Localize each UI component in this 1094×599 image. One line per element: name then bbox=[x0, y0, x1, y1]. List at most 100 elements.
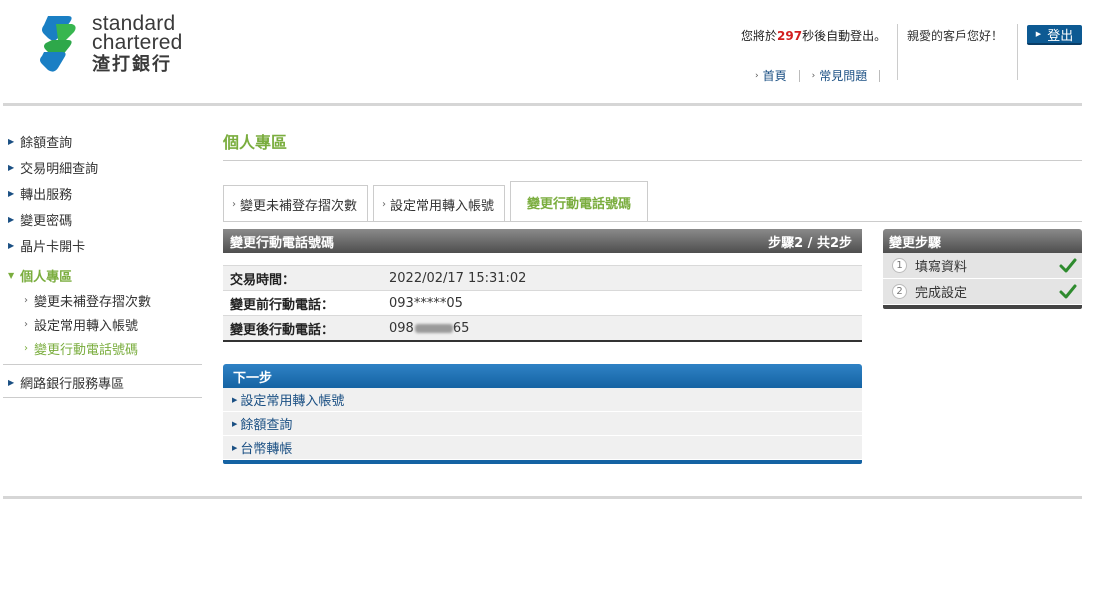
tab-change-phone[interactable]: 變更行動電話號碼 bbox=[510, 181, 649, 222]
sidebar-item-ebanking-zone[interactable]: ▶ 網路銀行服務專區 bbox=[3, 369, 202, 395]
step-label: 填寫資料 bbox=[915, 260, 968, 275]
header-separator bbox=[1017, 24, 1018, 80]
phone-suffix: 65 bbox=[452, 320, 470, 336]
sidebar-sub-passbook[interactable]: › 變更未補登存摺次數 bbox=[3, 288, 202, 312]
info-table: 交易時間： 2022/02/17 15:31:02 變更前行動電話： 093**… bbox=[223, 265, 862, 340]
link-divider bbox=[798, 69, 800, 82]
sidebar-sub-label: 設定常用轉入帳號 bbox=[34, 318, 139, 334]
sidebar: ▶ 餘額查詢 ▶ 交易明細查詢 ▶ 轉出服務 ▶ 變更密碼 ▶ 晶片卡開卡 ▼ 個人專區 ›… bbox=[3, 128, 202, 402]
steps-bottom bbox=[883, 305, 1082, 309]
title-divider bbox=[223, 160, 1082, 161]
triangle-right-icon: ▶ bbox=[8, 188, 15, 198]
tab-label: 變更行動電話號碼 bbox=[527, 196, 632, 212]
next-steps-bottom bbox=[223, 460, 862, 464]
next-step-label: 設定常用轉入帳號 bbox=[240, 394, 345, 409]
result-panel: 變更行動電話號碼 步驟2 / 共2步 交易時間： 2022/02/17 15:3… bbox=[223, 229, 862, 342]
faq-link-label: 常見問題 bbox=[819, 69, 868, 83]
next-step-balance[interactable]: ▶ 餘額查詢 bbox=[223, 412, 862, 436]
header-links: › 首頁 › 常見問題 bbox=[755, 67, 892, 84]
sidebar-item-label: 個人專區 bbox=[20, 269, 73, 285]
next-step-common-account[interactable]: ▶ 設定常用轉入帳號 bbox=[223, 388, 862, 412]
triangle-right-icon: ▶ bbox=[232, 419, 238, 428]
sidebar-item-label: 網路銀行服務專區 bbox=[20, 376, 125, 392]
step-indicator: 步驟2 / 共2步 bbox=[768, 235, 852, 251]
phone-prefix: 098 bbox=[389, 320, 414, 336]
triangle-right-icon: ▶ bbox=[232, 395, 238, 404]
tab-bar: › 變更未補登存摺次數 › 設定常用轉入帳號 變更行動電話號碼 bbox=[223, 181, 653, 222]
sidebar-item-transactions[interactable]: ▶ 交易明細查詢 bbox=[3, 154, 202, 180]
sidebar-sub-change-phone[interactable]: › 變更行動電話號碼 bbox=[3, 336, 202, 360]
chevron-right-icon: › bbox=[24, 342, 28, 354]
logout-label: 登出 bbox=[1047, 28, 1074, 44]
sidebar-item-personal[interactable]: ▼ 個人專區 bbox=[3, 262, 202, 288]
info-row-new-phone: 變更後行動電話： 098 65 bbox=[223, 315, 862, 340]
sidebar-item-chip-card[interactable]: ▶ 晶片卡開卡 bbox=[3, 232, 202, 258]
tab-label: 設定常用轉入帳號 bbox=[390, 198, 495, 214]
chevron-right-icon: › bbox=[811, 70, 816, 81]
panel-title: 變更行動電話號碼 bbox=[230, 235, 335, 251]
header-separator bbox=[897, 24, 898, 80]
next-step-label: 台幣轉帳 bbox=[240, 442, 293, 457]
tab-passbook[interactable]: › 變更未補登存摺次數 bbox=[223, 185, 369, 222]
sidebar-divider bbox=[3, 364, 202, 365]
chevron-right-icon: › bbox=[382, 198, 387, 210]
logo-text: standard chartered 渣打銀行 bbox=[92, 13, 183, 75]
step-number: 1 bbox=[892, 258, 907, 273]
triangle-right-icon: ▶ bbox=[1035, 30, 1042, 38]
session-timeout-message: 您將於297秒後自動登出。 bbox=[741, 27, 886, 44]
sidebar-sub-common-account[interactable]: › 設定常用轉入帳號 bbox=[3, 312, 202, 336]
next-step-twd-transfer[interactable]: ▶ 台幣轉帳 bbox=[223, 436, 862, 460]
info-label: 變更前行動電話： bbox=[230, 297, 335, 313]
tab-common-account[interactable]: › 設定常用轉入帳號 bbox=[373, 185, 506, 222]
panel-bottom-border bbox=[223, 340, 862, 342]
step-row-1: 1 填寫資料 bbox=[883, 253, 1082, 279]
panel-header: 變更行動電話號碼 步驟2 / 共2步 bbox=[223, 229, 862, 253]
sidebar-item-label: 轉出服務 bbox=[20, 187, 73, 203]
sidebar-sub-label: 變更行動電話號碼 bbox=[34, 342, 139, 358]
triangle-down-icon: ▼ bbox=[8, 270, 15, 280]
info-row-time: 交易時間： 2022/02/17 15:31:02 bbox=[223, 265, 862, 290]
footer-divider bbox=[3, 496, 1082, 499]
steps-title: 變更步驟 bbox=[883, 229, 1082, 253]
bank-logo[interactable]: standard chartered 渣打銀行 bbox=[38, 12, 208, 78]
steps-box: 變更步驟 1 填寫資料 2 完成設定 bbox=[883, 229, 1082, 309]
triangle-right-icon: ▶ bbox=[8, 162, 15, 172]
chevron-right-icon: › bbox=[755, 70, 759, 81]
next-step-label: 餘額查詢 bbox=[240, 418, 293, 433]
triangle-right-icon: ▶ bbox=[232, 443, 238, 452]
session-prefix: 您將於 bbox=[741, 29, 778, 43]
triangle-right-icon: ▶ bbox=[8, 214, 15, 224]
step-label: 完成設定 bbox=[915, 286, 968, 301]
chevron-right-icon: › bbox=[24, 318, 28, 330]
header-divider bbox=[3, 103, 1082, 106]
link-divider bbox=[879, 69, 881, 82]
panel-gap bbox=[223, 253, 862, 265]
next-steps-title: 下一步 bbox=[223, 364, 862, 388]
sidebar-item-transfer[interactable]: ▶ 轉出服務 bbox=[3, 180, 202, 206]
home-link[interactable]: › 首頁 bbox=[755, 67, 787, 84]
sidebar-item-label: 餘額查詢 bbox=[20, 135, 73, 151]
standard-chartered-logo-icon bbox=[40, 16, 76, 72]
sidebar-item-label: 交易明細查詢 bbox=[20, 161, 99, 177]
logout-button[interactable]: ▶ 登出 bbox=[1027, 25, 1082, 45]
checkmark-icon bbox=[1059, 258, 1077, 273]
step-row-2: 2 完成設定 bbox=[883, 279, 1082, 305]
tab-label: 變更未補登存摺次數 bbox=[240, 198, 358, 214]
chevron-right-icon: › bbox=[232, 198, 236, 210]
header: standard chartered 渣打銀行 您將於297秒後自動登出。 親愛… bbox=[0, 0, 1094, 104]
logo-zh: 渣打銀行 bbox=[92, 54, 172, 74]
home-link-label: 首頁 bbox=[762, 69, 787, 83]
sidebar-item-label: 晶片卡開卡 bbox=[20, 239, 86, 255]
next-steps-panel: 下一步 ▶ 設定常用轉入帳號 ▶ 餘額查詢 ▶ 台幣轉帳 bbox=[223, 364, 862, 464]
sidebar-item-label: 變更密碼 bbox=[20, 213, 73, 229]
logo-en-line2: chartered bbox=[92, 31, 183, 54]
greeting-text: 親愛的客戶您好！ bbox=[907, 29, 1004, 43]
triangle-right-icon: ▶ bbox=[8, 240, 15, 250]
page-title: 個人專區 bbox=[223, 133, 288, 152]
info-row-old-phone: 變更前行動電話： 093*****05 bbox=[223, 290, 862, 315]
faq-link[interactable]: › 常見問題 bbox=[812, 67, 868, 84]
sidebar-item-balance[interactable]: ▶ 餘額查詢 bbox=[3, 128, 202, 154]
sidebar-divider bbox=[3, 397, 202, 398]
sidebar-item-change-password[interactable]: ▶ 變更密碼 bbox=[3, 206, 202, 232]
step-number: 2 bbox=[892, 284, 907, 299]
